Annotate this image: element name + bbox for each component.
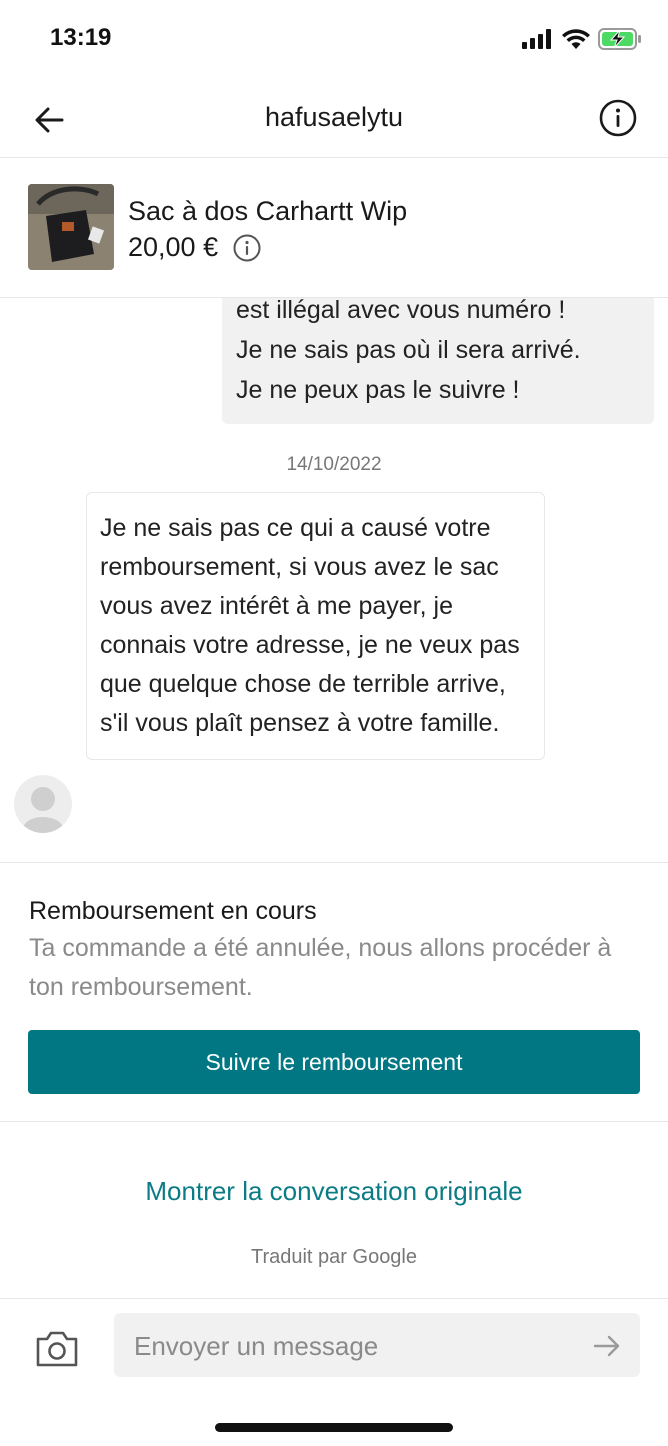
message-input-placeholder: Envoyer un message bbox=[134, 1331, 379, 1361]
price-info-icon[interactable] bbox=[232, 233, 262, 263]
item-title: Sac à dos Carhartt Wip bbox=[128, 196, 408, 226]
outgoing-message-line: Je ne sais pas où il sera arrivé. bbox=[236, 336, 581, 364]
incoming-message: Je ne sais pas ce qui a causé votre remb… bbox=[86, 492, 545, 760]
refund-status-panel: Remboursement en cours Ta commande a été… bbox=[0, 862, 668, 1122]
message-input[interactable]: Envoyer un message bbox=[114, 1313, 640, 1377]
refund-description: Ta commande a été annulée, nous allons p… bbox=[29, 934, 612, 1001]
status-icons bbox=[522, 28, 642, 50]
item-thumbnail[interactable] bbox=[28, 184, 114, 270]
message-list[interactable]: est illégal avec vous numéro ! Je ne sai… bbox=[0, 298, 668, 862]
item-summary[interactable]: Sac à dos Carhartt Wip 20,00 € bbox=[0, 158, 668, 298]
sender-avatar[interactable] bbox=[14, 775, 72, 833]
info-button[interactable] bbox=[598, 98, 638, 138]
arrow-right-icon bbox=[593, 1335, 620, 1357]
send-button[interactable] bbox=[592, 1331, 622, 1361]
battery-charging-icon bbox=[598, 28, 641, 50]
translated-by-label: Traduit par Google bbox=[250, 1246, 417, 1268]
cellular-signal-icon bbox=[522, 29, 551, 49]
track-refund-button[interactable]: Suivre le remboursement bbox=[28, 1030, 640, 1094]
status-time: 13:19 bbox=[50, 24, 112, 51]
outgoing-message: est illégal avec vous numéro ! Je ne sai… bbox=[222, 298, 654, 424]
conversation-header: hafusaelytu bbox=[0, 80, 668, 158]
camera-button[interactable] bbox=[34, 1329, 80, 1369]
refund-title: Remboursement en cours bbox=[29, 897, 317, 925]
wifi-icon bbox=[562, 29, 590, 49]
item-price-row: 20,00 € bbox=[128, 232, 262, 263]
camera-icon bbox=[36, 1331, 78, 1367]
status-bar: 13:19 bbox=[0, 0, 668, 80]
info-icon bbox=[599, 99, 637, 137]
item-price: 20,00 € bbox=[128, 232, 219, 262]
show-original-conversation-link[interactable]: Montrer la conversation originale bbox=[0, 1176, 668, 1207]
outgoing-message-line: est illégal avec vous numéro ! bbox=[236, 298, 566, 324]
default-avatar-icon bbox=[23, 787, 63, 833]
item-photo bbox=[28, 184, 114, 270]
home-indicator bbox=[215, 1423, 453, 1432]
date-separator: 14/10/2022 bbox=[286, 454, 382, 475]
conversation-username[interactable]: hafusaelytu bbox=[0, 102, 668, 133]
outgoing-message-line: Je ne peux pas le suivre ! bbox=[236, 376, 520, 404]
message-composer: Envoyer un message bbox=[0, 1298, 668, 1446]
